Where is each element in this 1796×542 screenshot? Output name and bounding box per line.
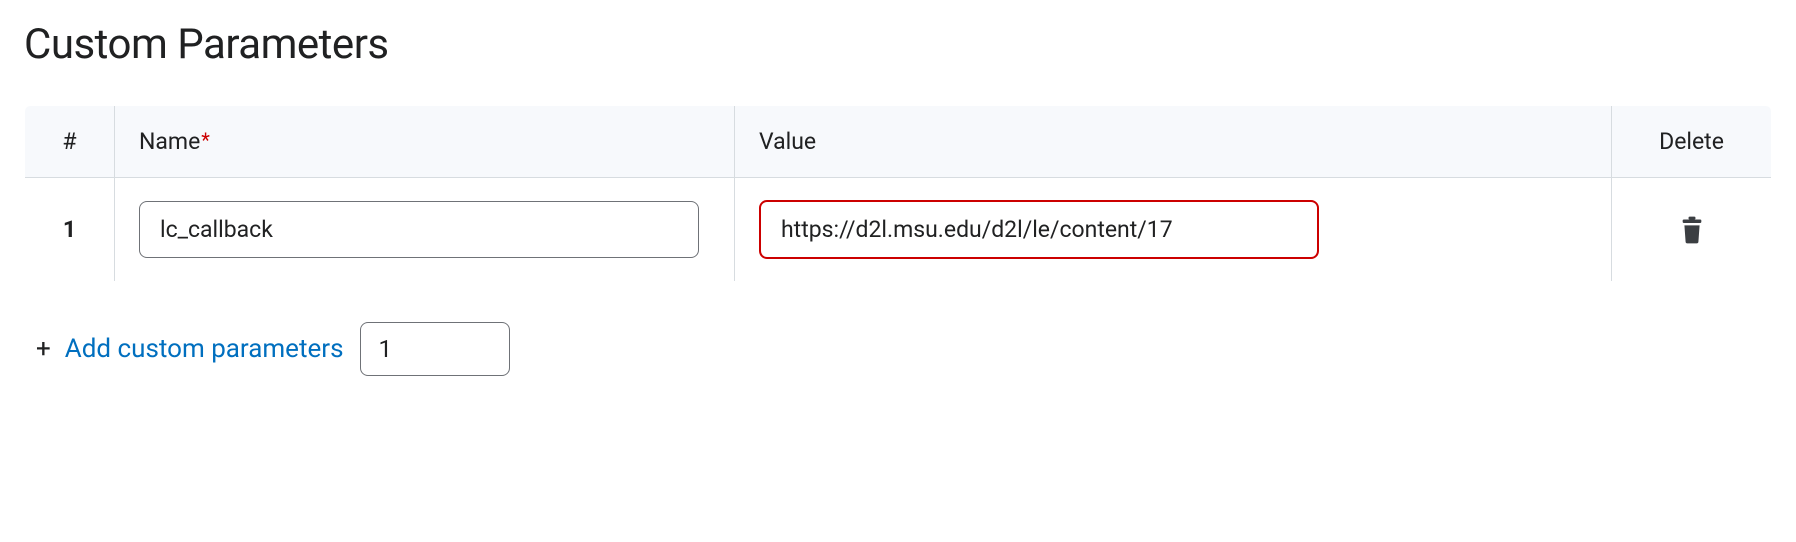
row-index: 1	[25, 178, 115, 282]
delete-row-button[interactable]	[1672, 209, 1712, 251]
page-title: Custom Parameters	[24, 20, 1772, 69]
add-custom-parameters-link[interactable]: + Add custom parameters	[36, 334, 344, 364]
trash-icon	[1678, 215, 1706, 245]
plus-icon: +	[36, 334, 51, 364]
add-count-input[interactable]	[360, 322, 510, 376]
header-name-text: Name	[139, 128, 200, 155]
column-header-index: #	[25, 106, 115, 178]
column-header-delete: Delete	[1612, 106, 1772, 178]
parameter-value-input[interactable]	[759, 200, 1319, 259]
table-row: 1	[25, 178, 1772, 282]
custom-parameters-table: # Name* Value Delete 1	[24, 105, 1772, 282]
column-header-value: Value	[735, 106, 1612, 178]
required-indicator: *	[201, 128, 210, 152]
parameter-name-input[interactable]	[139, 201, 699, 258]
add-link-label: Add custom parameters	[65, 334, 344, 364]
column-header-name: Name*	[115, 106, 735, 178]
add-parameters-row: + Add custom parameters	[36, 322, 1772, 376]
